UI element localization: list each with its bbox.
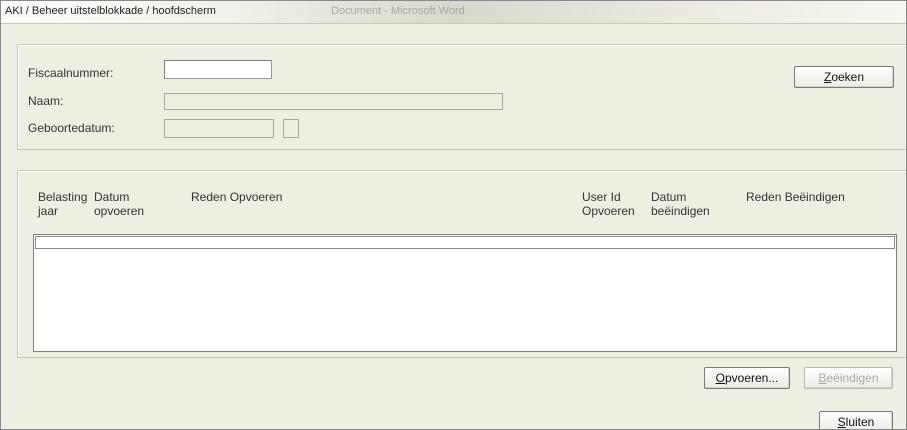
col-header-reden-beeindigen[interactable]: Reden Beëindigen (746, 190, 845, 204)
geboortedatum-input (164, 119, 274, 138)
col-header-user-id-opvoeren-line2: Opvoeren (582, 204, 635, 218)
col-header-datum-opvoeren[interactable]: Datum opvoeren (94, 190, 144, 218)
sluiten-mnemonic: S (837, 415, 846, 429)
geboortedatum-label: Geboortedatum: (28, 121, 115, 135)
sluiten-label: luiten (845, 415, 875, 429)
zoeken-button[interactable]: Zoeken (794, 66, 894, 88)
beeindigen-button[interactable]: Beëindigen (804, 367, 893, 389)
col-header-belastingjaar-line2: jaar (38, 204, 59, 218)
opvoeren-button[interactable]: Opvoeren... (704, 367, 790, 389)
results-grid[interactable] (33, 234, 897, 352)
col-header-datum-beeindigen-line1: Datum (651, 190, 687, 204)
col-header-reden-opvoeren-line1: Reden Opvoeren (191, 190, 283, 204)
col-header-datum-beeindigen[interactable]: Datum beëindigen (651, 190, 710, 218)
col-header-belastingjaar[interactable]: Belasting jaar (38, 190, 87, 218)
background-window-title: Document - Microsoft Word (331, 5, 465, 17)
main-window: AKI / Beheer uitstelblokkade / hoofdsche… (0, 0, 907, 430)
beeindigen-label: eëindigen (826, 371, 879, 385)
zoeken-label: oeken (831, 70, 865, 84)
sluiten-button[interactable]: Sluiten (819, 411, 893, 429)
table-row[interactable] (35, 236, 895, 249)
window-title: AKI / Beheer uitstelblokkade / hoofdsche… (5, 5, 216, 17)
col-header-user-id-opvoeren-line1: User Id (582, 190, 621, 204)
col-header-belastingjaar-line1: Belasting (38, 190, 88, 204)
col-header-datum-opvoeren-line1: Datum (94, 190, 130, 204)
geboortedatum-picker-button (283, 119, 299, 138)
col-header-datum-opvoeren-line2: opvoeren (94, 204, 145, 218)
col-header-reden-opvoeren[interactable]: Reden Opvoeren (191, 190, 282, 204)
fiscaalnummer-label: Fiscaalnummer: (28, 66, 114, 80)
col-header-user-id-opvoeren[interactable]: User Id Opvoeren (582, 190, 635, 218)
title-bar[interactable]: AKI / Beheer uitstelblokkade / hoofdsche… (1, 1, 906, 24)
col-header-datum-beeindigen-line2: beëindigen (651, 204, 710, 218)
fiscaalnummer-input[interactable] (164, 60, 272, 79)
opvoeren-label: pvoeren... (724, 371, 779, 385)
naam-input (164, 93, 503, 110)
col-header-reden-beeindigen-line1: Reden Beëindigen (746, 190, 845, 204)
naam-label: Naam: (28, 94, 64, 108)
opvoeren-mnemonic: O (715, 371, 725, 385)
